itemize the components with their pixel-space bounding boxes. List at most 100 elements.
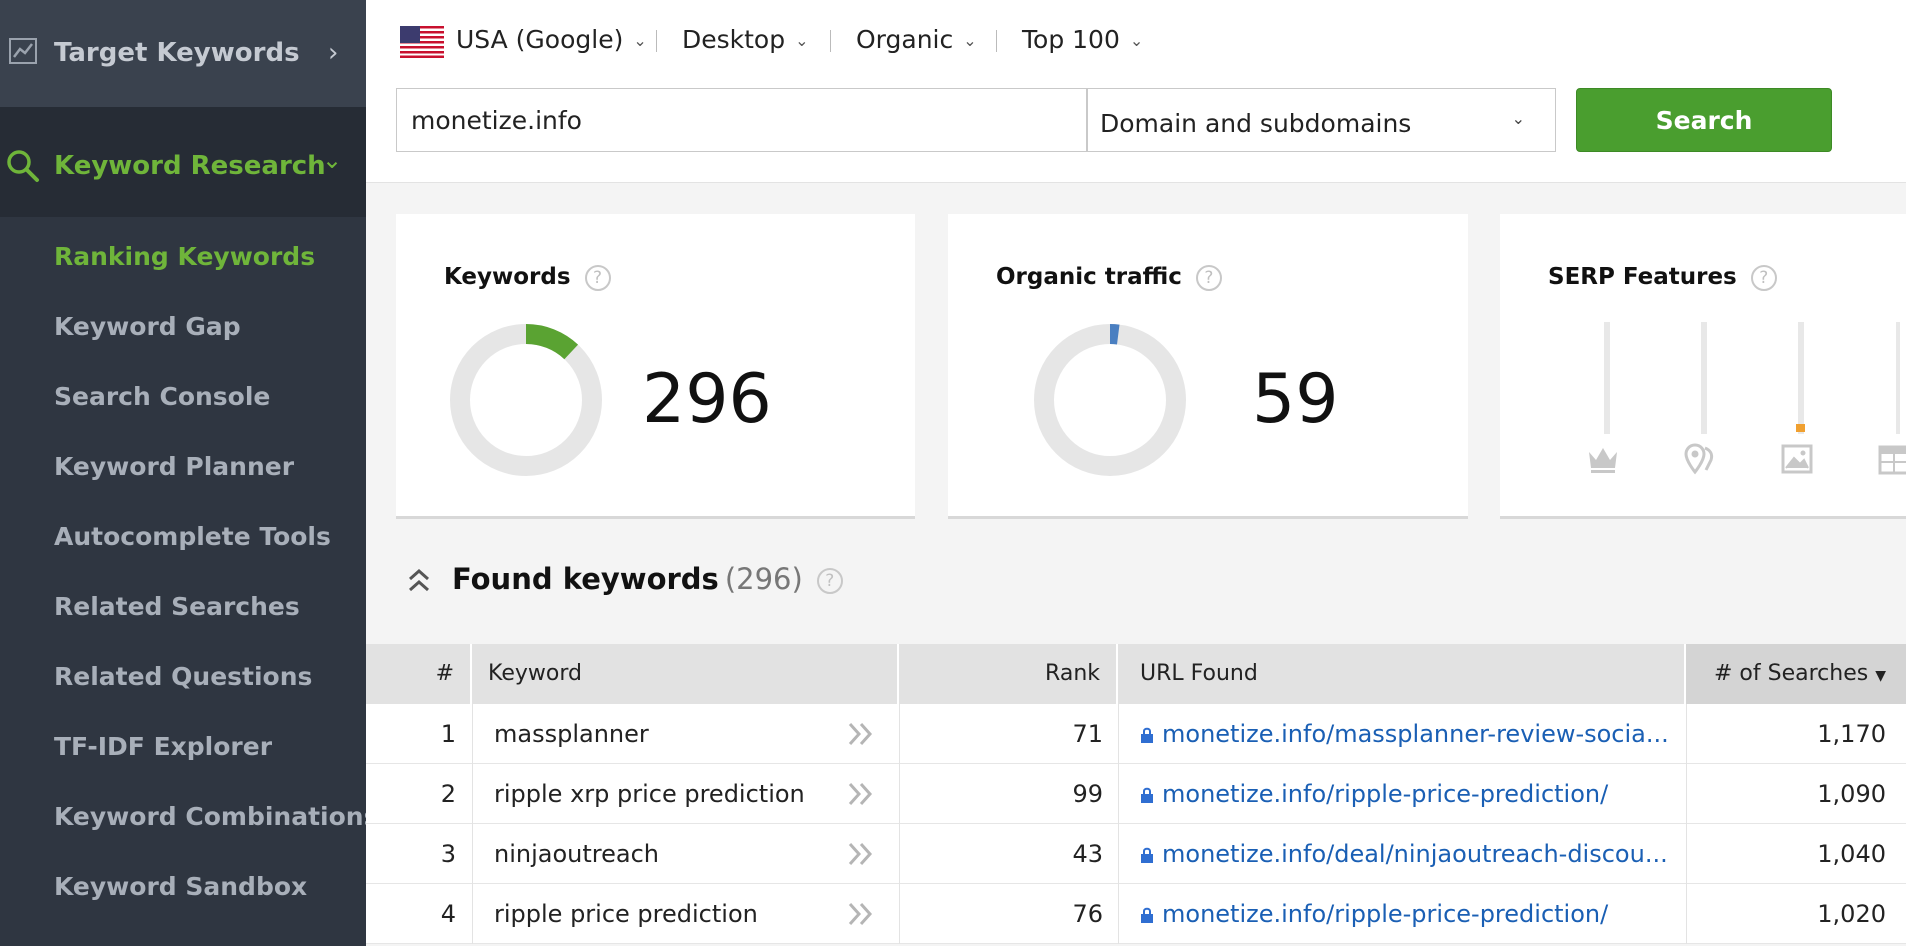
- double-chevron-right-icon[interactable]: [846, 780, 876, 808]
- sidebar-item-search-console[interactable]: Search Console: [54, 382, 270, 411]
- card-title-text: SERP Features: [1548, 264, 1737, 290]
- serp-bar-fill: [1796, 424, 1805, 432]
- cell-divider: [472, 764, 473, 824]
- help-icon[interactable]: ?: [584, 264, 611, 291]
- keyword-cell[interactable]: massplanner: [494, 704, 834, 764]
- type-label: Organic: [856, 25, 954, 54]
- sidebar-item-tf-idf-explorer[interactable]: TF-IDF Explorer: [54, 732, 272, 761]
- country-label: USA (Google): [456, 25, 624, 54]
- table-header: # Keyword Rank URL Found # of Searches ▼: [366, 644, 1906, 704]
- country-dropdown[interactable]: USA (Google) ⌄: [456, 25, 647, 54]
- image-icon: [1781, 444, 1813, 474]
- keyword-cell[interactable]: ripple price prediction: [494, 884, 834, 944]
- chevron-right-icon: ›: [328, 38, 339, 68]
- searches-cell: 1,170: [1817, 720, 1886, 748]
- url-cell[interactable]: monetize.info/ripple-price-prediction/: [1140, 764, 1670, 824]
- device-dropdown[interactable]: Desktop ⌄: [682, 25, 809, 54]
- collapse-icon[interactable]: [404, 566, 434, 596]
- help-icon[interactable]: ?: [816, 568, 843, 594]
- sidebar-item-ranking-keywords[interactable]: Ranking Keywords: [54, 242, 315, 271]
- filter-divider: [656, 30, 657, 52]
- help-icon[interactable]: ?: [1195, 264, 1222, 291]
- keyword-cell[interactable]: ripple xrp price prediction: [494, 764, 834, 824]
- rank-cell: 43: [1072, 840, 1103, 868]
- row-number: 3: [440, 840, 456, 868]
- rank-cell: 76: [1072, 900, 1103, 928]
- sidebar-item-related-searches[interactable]: Related Searches: [54, 592, 300, 621]
- card-title: Keywords?: [444, 264, 611, 291]
- rank-cell: 71: [1072, 720, 1103, 748]
- serp-bar-track: [1701, 322, 1707, 434]
- found-keywords-count: (296): [724, 562, 803, 596]
- search-button[interactable]: Search: [1576, 88, 1832, 152]
- table-row: 4 ripple price prediction 76 monetize.info/…: [366, 884, 1906, 944]
- double-chevron-right-icon[interactable]: [846, 840, 876, 868]
- scope-select[interactable]: Domain and subdomains ⌄: [1087, 88, 1556, 152]
- double-chevron-right-icon[interactable]: [846, 900, 876, 928]
- url-cell[interactable]: monetize.info/massplanner-review-socia..…: [1140, 704, 1670, 764]
- row-number: 4: [440, 900, 456, 928]
- column-header-searches[interactable]: # of Searches ▼: [1686, 644, 1906, 704]
- url-link[interactable]: monetize.info/ripple-price-prediction/: [1162, 900, 1608, 928]
- depth-dropdown[interactable]: Top 100 ⌄: [1022, 25, 1143, 54]
- donut-track: [1034, 324, 1186, 476]
- chevron-down-icon: ⌄: [1129, 31, 1144, 50]
- found-keywords-title: Found keywords (296)?: [452, 562, 843, 596]
- searches-cell: 1,040: [1817, 840, 1886, 868]
- column-header-keyword[interactable]: Keyword: [472, 644, 899, 704]
- sidebar-item-autocomplete-tools[interactable]: Autocomplete Tools: [54, 522, 331, 551]
- serp-bars: [1604, 322, 1900, 434]
- card-title: Organic traffic?: [996, 264, 1222, 291]
- sidebar-section-label: Keyword Research: [54, 151, 326, 181]
- serp-bar-track: [1798, 322, 1804, 434]
- sidebar-item-label: Target Keywords: [54, 38, 300, 68]
- lock-icon: [1141, 847, 1153, 863]
- row-number: 1: [440, 720, 456, 748]
- column-header-rank[interactable]: Rank: [899, 644, 1118, 704]
- keyword-cell[interactable]: ninjaoutreach: [494, 824, 834, 884]
- map-pin-icon: [1684, 443, 1714, 475]
- device-label: Desktop: [682, 25, 786, 54]
- column-header-num[interactable]: #: [366, 644, 472, 704]
- sidebar-item-target-keywords[interactable]: Target Keywords ›: [0, 0, 366, 107]
- sort-desc-icon: ▼: [1875, 668, 1886, 684]
- sidebar-item-keyword-gap[interactable]: Keyword Gap: [54, 312, 241, 341]
- scope-select-value: Domain and subdomains: [1100, 109, 1412, 138]
- type-dropdown[interactable]: Organic ⌄: [856, 25, 977, 54]
- url-link[interactable]: monetize.info/ripple-price-prediction/: [1162, 780, 1608, 808]
- sidebar-item-keyword-sandbox[interactable]: Keyword Sandbox: [54, 872, 307, 901]
- double-chevron-right-icon[interactable]: [846, 720, 876, 748]
- column-header-searches-label: # of Searches: [1714, 661, 1869, 686]
- table-row: 3 ninjaoutreach 43 monetize.info/deal/ninja…: [366, 824, 1906, 884]
- keywords-count: 296: [642, 360, 772, 439]
- domain-search-input[interactable]: [396, 88, 1087, 152]
- sidebar-item-keyword-planner[interactable]: Keyword Planner: [54, 452, 294, 481]
- url-link[interactable]: monetize.info/massplanner-review-socia..…: [1162, 720, 1669, 748]
- filter-divider: [830, 30, 831, 52]
- donut-track: [450, 324, 602, 476]
- url-cell[interactable]: monetize.info/deal/ninjaoutreach-discou.…: [1140, 824, 1670, 884]
- cell-divider: [472, 824, 473, 884]
- row-number: 2: [440, 780, 456, 808]
- lock-icon: [1141, 727, 1153, 743]
- rank-cell: 99: [1072, 780, 1103, 808]
- cell-divider: [1118, 884, 1119, 944]
- sidebar: Target Keywords › Keyword Research ⌄ Ran…: [0, 0, 378, 946]
- calendar-icon: [1878, 445, 1906, 475]
- chevron-down-icon: ⌄: [1511, 109, 1525, 128]
- searches-cell: 1,020: [1817, 900, 1886, 928]
- sidebar-item-related-questions[interactable]: Related Questions: [54, 662, 312, 691]
- url-cell[interactable]: monetize.info/ripple-price-prediction/: [1140, 884, 1670, 944]
- cell-divider: [472, 704, 473, 764]
- searches-cell: 1,090: [1817, 780, 1886, 808]
- url-link[interactable]: monetize.info/deal/ninjaoutreach-discou.…: [1162, 840, 1668, 868]
- keywords-card: Keywords? 296: [396, 214, 915, 519]
- sidebar-item-keyword-combinations[interactable]: Keyword Combinations: [54, 802, 378, 831]
- cell-divider: [1118, 704, 1119, 764]
- crown-icon: [1589, 448, 1617, 473]
- column-header-url[interactable]: URL Found: [1118, 644, 1686, 704]
- cell-divider: [1118, 824, 1119, 884]
- usa-flag-icon: [400, 26, 444, 58]
- help-icon[interactable]: ?: [1750, 264, 1777, 291]
- serp-bar-track: [1604, 322, 1610, 434]
